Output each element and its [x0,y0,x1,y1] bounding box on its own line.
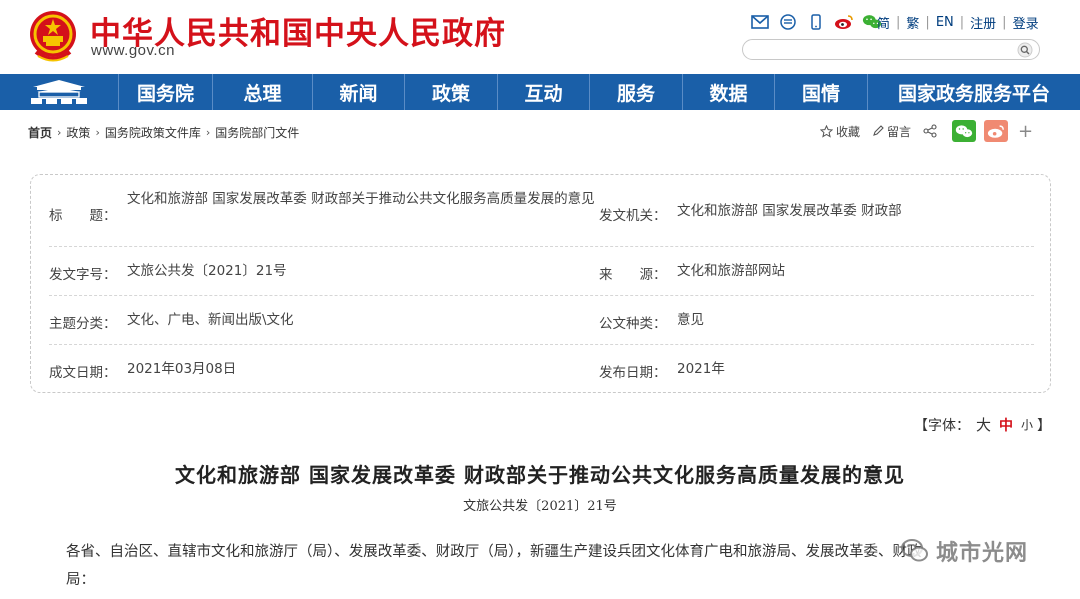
doctype-value: 意见 [677,312,704,328]
tiananmen-icon[interactable] [0,74,118,110]
pencil-icon [873,125,884,136]
nav-item-state-council[interactable]: 国务院 [118,74,212,110]
publish-date-label: 发布日期： [599,365,667,381]
breadcrumb-policy[interactable]: 政策 [66,124,90,141]
font-size-open: 【字体： [914,417,970,434]
nav-item-label: 国情 [801,82,840,105]
font-size-medium-button[interactable]: 中 [999,415,1013,435]
chevron-right-icon: › [95,126,100,139]
wechat-watermark-icon [901,539,928,562]
register-link[interactable]: 注册 [970,13,996,32]
info-row: 发文字号： 文旅公共发〔2021〕21号 来 源： 文化和旅游部网站 [49,247,1034,296]
lang-traditional-link[interactable]: 繁 [906,13,919,32]
lang-simplified-link[interactable]: 简 [877,13,890,32]
nav-item-data[interactable]: 数据 [682,74,774,110]
login-link[interactable]: 登录 [1013,13,1039,32]
weibo-icon[interactable] [834,13,854,31]
nav-item-label: 政策 [431,82,470,105]
nav-item-services[interactable]: 服务 [589,74,682,110]
body-paragraph-line: 局： [66,572,95,588]
search-input[interactable] [753,41,1013,61]
article-doc-number: 文旅公共发〔2021〕21号 [463,499,617,514]
separator: | [1002,15,1007,30]
mobile-icon[interactable] [806,13,826,31]
nav-item-label: 国务院 [136,82,194,105]
nav-item-label: 新闻 [339,82,378,105]
nav-item-label: 服务 [616,82,655,105]
nav-item-premier[interactable]: 总理 [212,74,312,110]
article-body: 各省、自治区、直辖市文化和旅游厅（局）、发展改革委、财政厅（局），新疆生产建设兵… [66,538,1026,594]
title-value: 文化和旅游部 国家发展改革委 财政部关于推动公共文化服务高质量发展的意见 [127,191,595,207]
font-size-control: 【字体： 大 中 小 】 [914,414,1051,435]
search-icon[interactable] [1017,42,1033,58]
share-icon [923,124,937,138]
collect-button[interactable]: 收藏 [820,123,860,140]
site-domain: www.gov.cn [91,42,175,59]
font-size-small-button[interactable]: 小 [1021,416,1033,433]
search-box [742,39,1040,61]
nav-item-policy[interactable]: 政策 [404,74,497,110]
nav-item-label: 互动 [524,82,563,105]
weibo-share-button[interactable] [984,120,1009,142]
star-icon [820,124,833,138]
breadcrumb-policy-library[interactable]: 国务院政策文件库 [105,124,201,141]
watermark-text: 城市光网 [936,541,1029,566]
collect-label: 收藏 [836,124,861,139]
issuer-label: 发文机关： [599,208,667,224]
share-button[interactable] [923,124,940,138]
wechat-icon [955,124,973,137]
docno-value: 文旅公共发〔2021〕21号 [127,263,287,279]
language-links: 简 | 繁 | EN | 注册 | 登录 [877,13,1039,32]
comment-label: 留言 [887,124,912,139]
separator: | [896,15,901,30]
breadcrumb-department-docs[interactable]: 国务院部门文件 [215,124,299,141]
separator: | [925,15,930,30]
document-info-table: 标 题： 文化和旅游部 国家发展改革委 财政部关于推动公共文化服务高质量发展的意… [30,174,1051,393]
top-icon-bar [750,12,882,32]
chevron-right-icon: › [57,126,62,139]
site-header: 中华人民共和国中央人民政府 www.gov.cn 简 | 繁 | EN | 注册… [0,0,1080,74]
font-size-large-button[interactable]: 大 [976,414,991,435]
nav-item-label: 总理 [243,82,282,105]
separator: | [959,15,965,30]
national-emblem-logo[interactable] [28,8,78,66]
nav-item-service-platform[interactable]: 国家政务服务平台 [867,74,1080,110]
breadcrumb: 首页 › 政策 › 国务院政策文件库 › 国务院部门文件 [28,124,299,141]
more-share-button[interactable]: + [1018,121,1033,142]
title-label: 标 题： [49,208,117,224]
mail-icon[interactable] [750,13,770,31]
main-nav: 国务院 总理 新闻 政策 互动 服务 数据 国情 国家政务服务平台 [0,74,1080,110]
article-tools: 收藏 留言 + [820,120,1033,142]
comment-button[interactable]: 留言 [872,123,911,140]
publish-date-value: 2021年 [677,361,725,377]
source-value: 文化和旅游部网站 [677,263,785,279]
chevron-right-icon: › [205,126,211,139]
weibo-icon [987,124,1004,138]
info-row: 成文日期： 2021年03月08日 发布日期： 2021年 [49,345,1034,393]
wechat-share-button[interactable] [952,120,977,142]
font-size-close: 】 [1037,417,1052,434]
written-date-label: 成文日期： [49,365,117,381]
info-row: 主题分类： 文化、广电、新闻出版\文化 公文种类： 意见 [49,296,1034,345]
doctype-label: 公文种类： [599,316,667,332]
issuer-value: 文化和旅游部 国家发展改革委 财政部 [677,203,902,219]
info-row: 标 题： 文化和旅游部 国家发展改革委 财政部关于推动公共文化服务高质量发展的意… [49,175,1034,247]
nav-item-label: 国家政务服务平台 [897,82,1050,105]
lang-english-link[interactable]: EN [936,15,954,30]
nav-item-label: 数据 [709,82,748,105]
article-title: 文化和旅游部 国家发展改革委 财政部关于推动公共文化服务高质量发展的意见 [175,463,905,487]
breadcrumb-home[interactable]: 首页 [28,124,52,141]
topic-value: 文化、广电、新闻出版\文化 [127,312,294,328]
topic-label: 主题分类： [49,316,117,332]
nav-item-news[interactable]: 新闻 [312,74,404,110]
nav-item-interaction[interactable]: 互动 [497,74,589,110]
rss-icon[interactable] [778,13,798,31]
watermark: 城市光网 [900,535,1028,567]
nav-item-national-info[interactable]: 国情 [774,74,867,110]
written-date-value: 2021年03月08日 [127,361,237,377]
source-label: 来 源： [599,267,667,283]
docno-label: 发文字号： [49,267,117,283]
body-paragraph-line: 各省、自治区、直辖市文化和旅游厅（局）、发展改革委、财政厅（局），新疆生产建设兵… [66,544,922,560]
